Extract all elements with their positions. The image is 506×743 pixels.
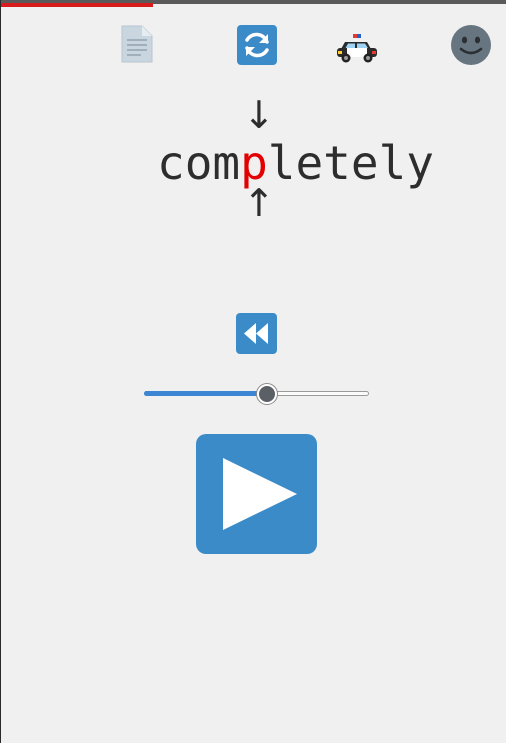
- focus-arrow-up: ↑: [243, 181, 275, 225]
- smiley-face-icon: [451, 25, 491, 65]
- smiley-face-button[interactable]: [450, 24, 492, 66]
- document-button[interactable]: [119, 24, 155, 64]
- word-suffix: letely: [267, 136, 434, 190]
- word-display: ↓ completely ↑: [151, 90, 471, 230]
- reading-progress-bar: [1, 3, 153, 7]
- reader-page: ↓ completely ↑: [0, 0, 506, 743]
- police-car-icon: [337, 34, 377, 63]
- current-word: completely: [157, 136, 434, 190]
- slider-fill: [144, 391, 267, 396]
- police-car-button[interactable]: [335, 30, 379, 66]
- focus-arrow-down: ↓: [243, 93, 275, 137]
- refresh-icon: [237, 25, 277, 65]
- speed-slider[interactable]: [144, 384, 369, 404]
- refresh-button[interactable]: [237, 25, 277, 65]
- play-button[interactable]: [196, 434, 317, 554]
- word-prefix: com: [157, 136, 241, 190]
- play-icon: [223, 458, 297, 530]
- slider-thumb[interactable]: [257, 384, 277, 404]
- document-icon: [121, 25, 153, 63]
- rewind-button[interactable]: [236, 313, 277, 354]
- rewind-icon: [244, 323, 268, 344]
